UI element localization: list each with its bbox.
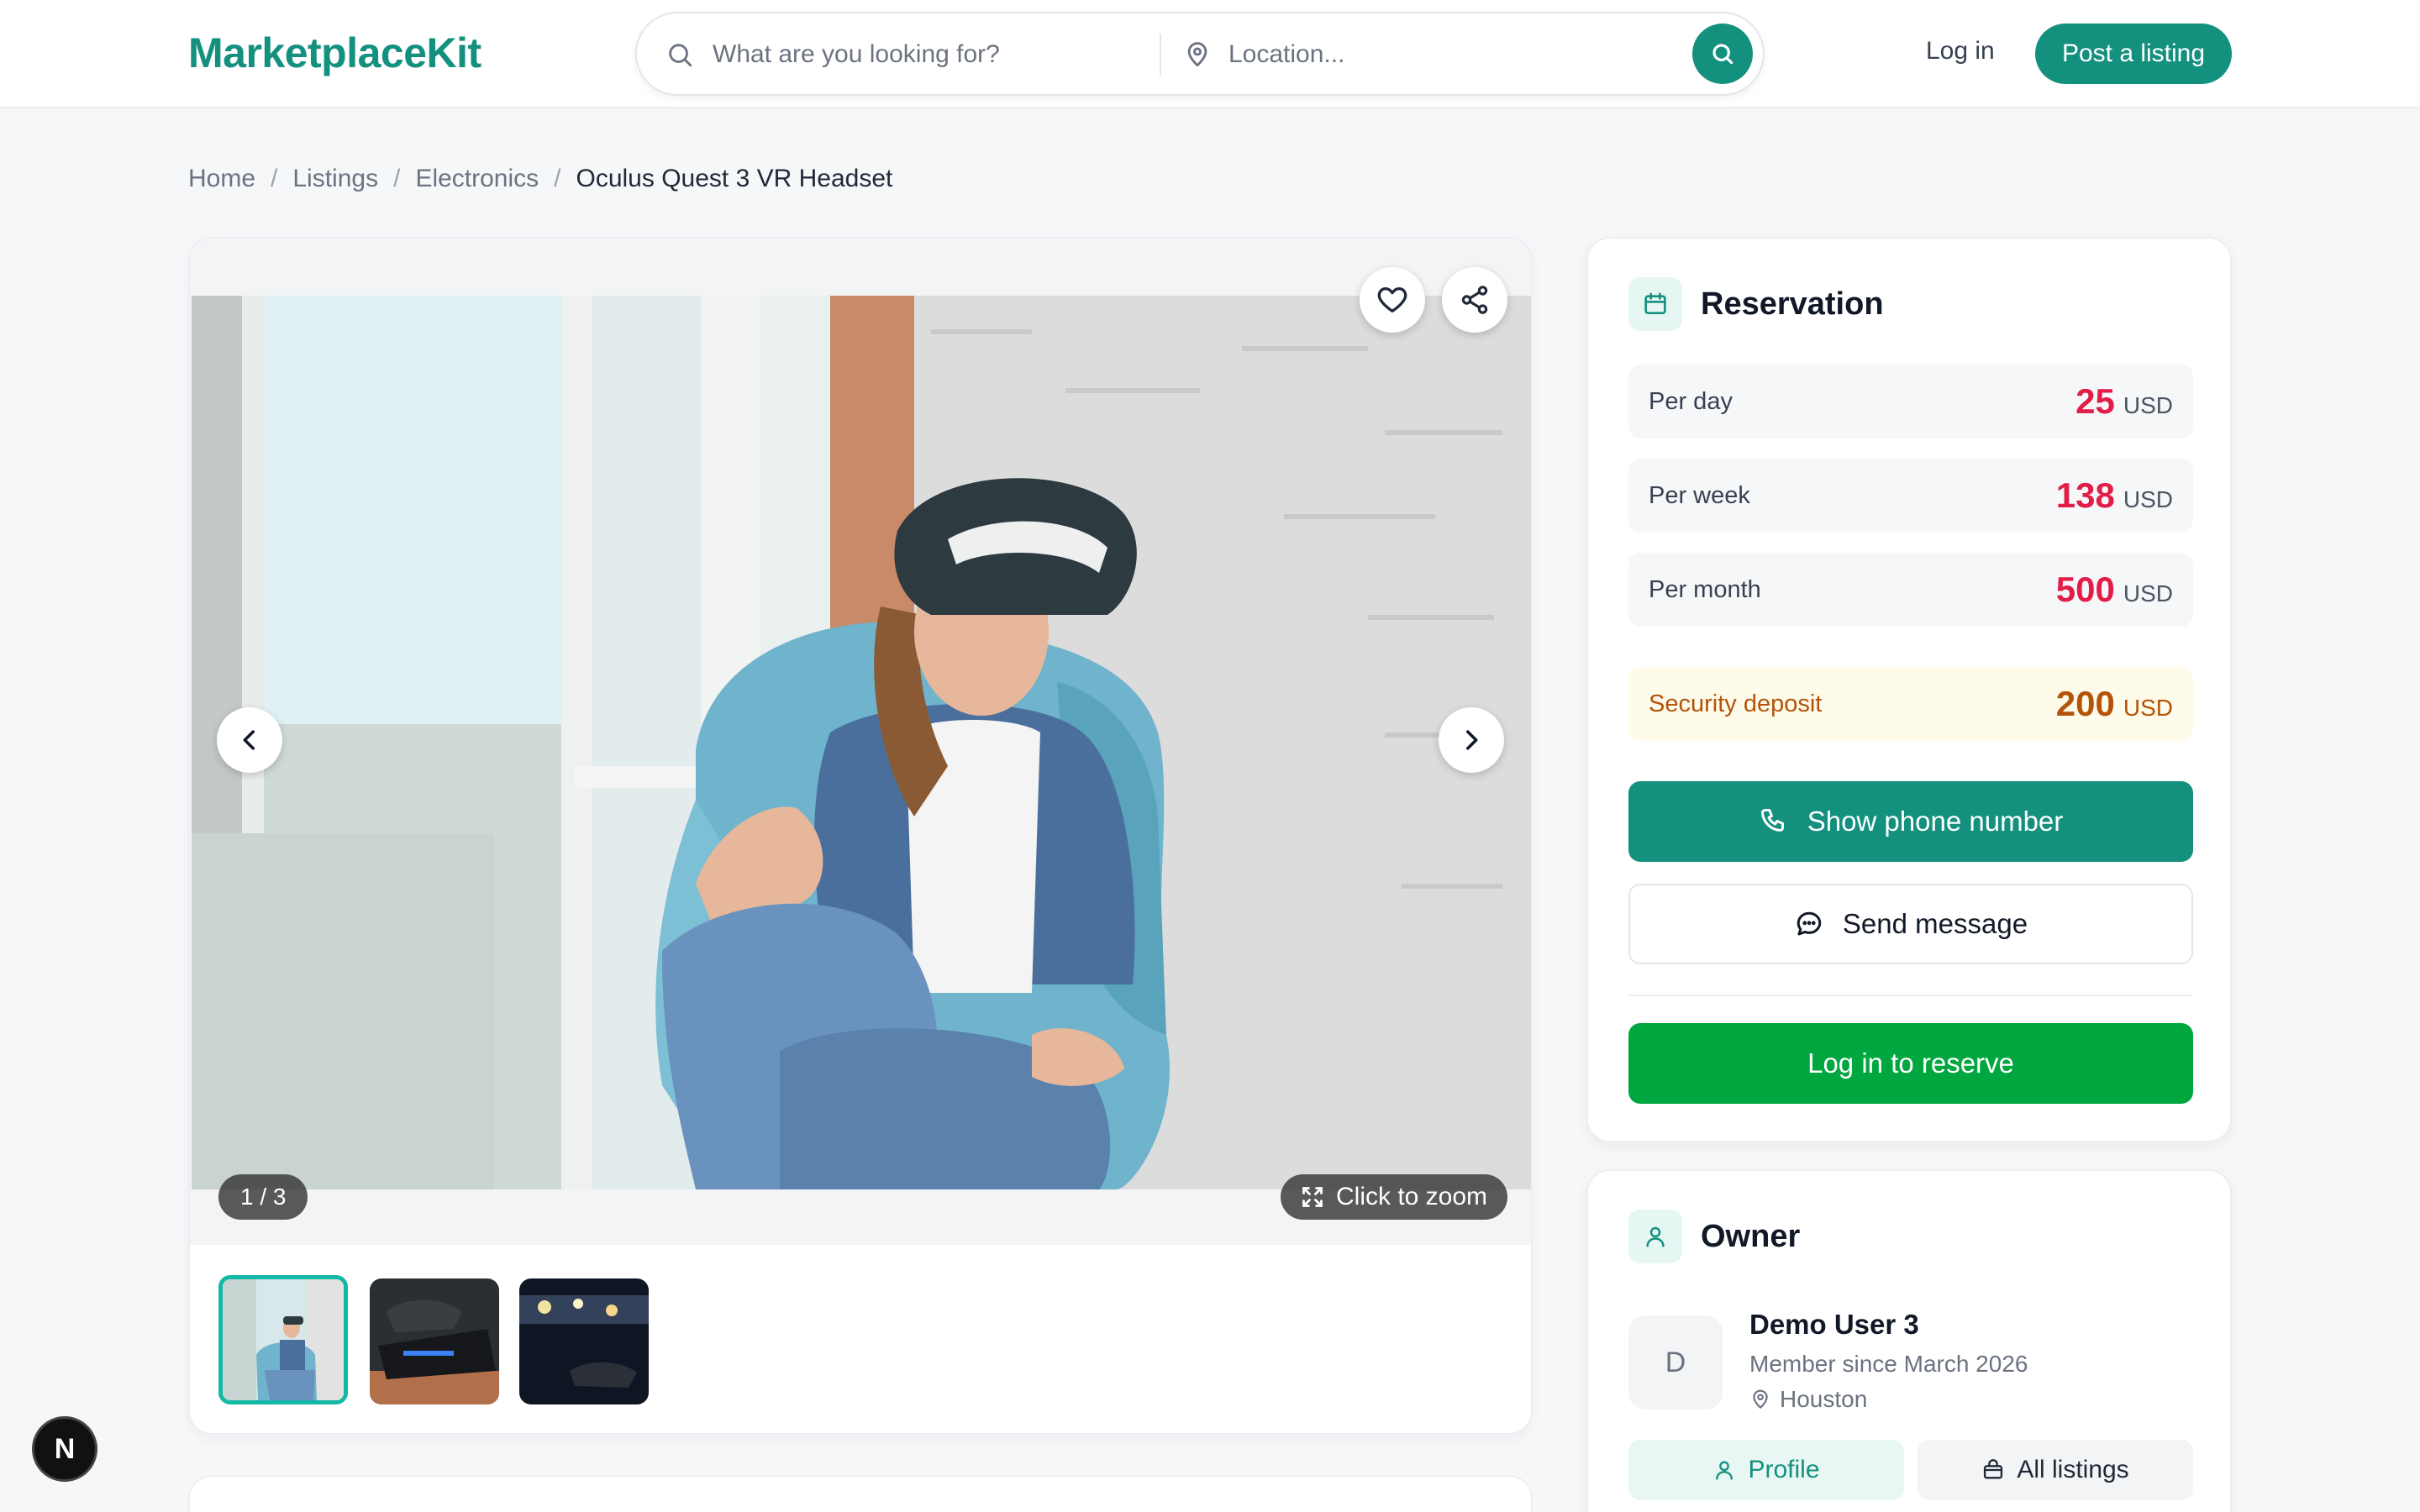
all-listings-button[interactable]: All listings — [1918, 1440, 2193, 1500]
image-stage: 1 / 3 Click to zoom — [190, 239, 1531, 1245]
share-button[interactable] — [1442, 267, 1507, 333]
search-icon — [666, 40, 694, 69]
post-listing-button[interactable]: Post a listing — [2035, 24, 2232, 84]
search-icon — [1712, 44, 1733, 65]
price-row-day: Per day 25 USD — [1628, 365, 2193, 438]
card-divider — [1628, 995, 2193, 996]
profile-button[interactable]: Profile — [1628, 1440, 1904, 1500]
profile-label: Profile — [1748, 1456, 1820, 1483]
chevron-left-icon — [243, 730, 255, 750]
image-counter: 1 / 3 — [218, 1174, 308, 1220]
security-deposit-row: Security deposit 200 USD — [1628, 667, 2193, 741]
thumbnail-2[interactable] — [370, 1278, 499, 1404]
breadcrumb-category[interactable]: Electronics — [415, 165, 539, 193]
send-message-button[interactable]: Send message — [1628, 884, 2193, 964]
user-icon — [1628, 1210, 1682, 1263]
owner-header: Owner — [1628, 1210, 1800, 1263]
owner-location: Houston — [1749, 1386, 1867, 1413]
user-icon — [1716, 1461, 1733, 1480]
reservation-title: Reservation — [1701, 286, 1884, 322]
price-currency: USD — [2123, 486, 2173, 512]
owner-card: Owner D Demo User 3 Member since March 2… — [1586, 1169, 2232, 1512]
breadcrumb: Home / Listings / Electronics / Oculus Q… — [188, 165, 892, 193]
thumbnail-1[interactable] — [218, 1275, 348, 1404]
price-label: Per week — [1649, 481, 1750, 509]
zoom-button[interactable]: Click to zoom — [1281, 1174, 1508, 1220]
map-pin-icon — [1183, 40, 1212, 69]
search-submit-button[interactable] — [1692, 24, 1753, 84]
search-input[interactable] — [713, 34, 1150, 76]
breadcrumb-separator: / — [271, 165, 278, 192]
previous-image-button[interactable] — [217, 707, 282, 773]
avatar[interactable]: D — [1628, 1315, 1723, 1410]
expand-icon — [1302, 1187, 1323, 1207]
deposit-currency: USD — [2123, 695, 2173, 721]
dev-tools-badge[interactable]: N — [32, 1416, 97, 1482]
calendar-icon — [1628, 277, 1682, 331]
price-row-month: Per month 500 USD — [1628, 553, 2193, 627]
login-link[interactable]: Log in — [1926, 37, 1995, 66]
thumbnail-3[interactable] — [519, 1278, 649, 1404]
phone-icon — [1760, 809, 1784, 832]
message-icon — [1797, 911, 1822, 936]
breadcrumb-separator: / — [393, 165, 401, 192]
price-amount: 138 — [2055, 475, 2115, 515]
owner-title: Owner — [1701, 1218, 1801, 1254]
top-header: MarketplaceKit Log in Post a listing — [0, 0, 2420, 108]
send-message-label: Send message — [1842, 908, 2028, 939]
next-image-button[interactable] — [1439, 707, 1504, 773]
search-divider — [1160, 34, 1161, 76]
reservation-header: Reservation — [1628, 277, 1884, 331]
price-amount: 25 — [2075, 381, 2115, 421]
owner-location-text: Houston — [1780, 1386, 1868, 1412]
search-bar — [635, 12, 1765, 96]
show-phone-button[interactable]: Show phone number — [1628, 781, 2193, 862]
details-card — [188, 1475, 1533, 1512]
bag-icon — [1984, 1459, 2003, 1479]
chevron-right-icon — [1465, 730, 1478, 750]
owner-name[interactable]: Demo User 3 — [1749, 1309, 1919, 1341]
breadcrumb-current: Oculus Quest 3 VR Headset — [576, 165, 893, 192]
gallery-card: 1 / 3 Click to zoom — [188, 237, 1533, 1435]
all-listings-label: All listings — [2017, 1456, 2129, 1483]
price-label: Per month — [1649, 575, 1761, 603]
deposit-label: Security deposit — [1649, 690, 1823, 717]
breadcrumb-listings[interactable]: Listings — [292, 165, 378, 193]
deposit-amount: 200 — [2055, 684, 2115, 723]
favorite-button[interactable] — [1360, 267, 1425, 333]
price-row-week: Per week 138 USD — [1628, 459, 2193, 533]
price-label: Per day — [1649, 387, 1733, 415]
breadcrumb-separator: / — [554, 165, 561, 192]
listing-photo[interactable] — [192, 296, 1531, 1189]
heart-icon — [1377, 287, 1407, 312]
reservation-card: Reservation Per day 25 USD Per week 138 US… — [1586, 237, 2232, 1142]
member-since: Member since March 2026 — [1749, 1351, 2028, 1377]
login-to-reserve-button[interactable]: Log in to reserve — [1628, 1023, 2193, 1104]
location-input[interactable] — [1228, 34, 1665, 76]
logo[interactable]: MarketplaceKit — [188, 29, 481, 77]
show-phone-label: Show phone number — [1807, 806, 2064, 837]
zoom-label: Click to zoom — [1336, 1183, 1488, 1210]
map-pin-icon — [1753, 1389, 1768, 1409]
price-currency: USD — [2123, 580, 2173, 606]
breadcrumb-home[interactable]: Home — [188, 165, 255, 193]
share-icon — [1461, 286, 1488, 314]
price-currency: USD — [2123, 392, 2173, 418]
price-amount: 500 — [2055, 570, 2115, 609]
